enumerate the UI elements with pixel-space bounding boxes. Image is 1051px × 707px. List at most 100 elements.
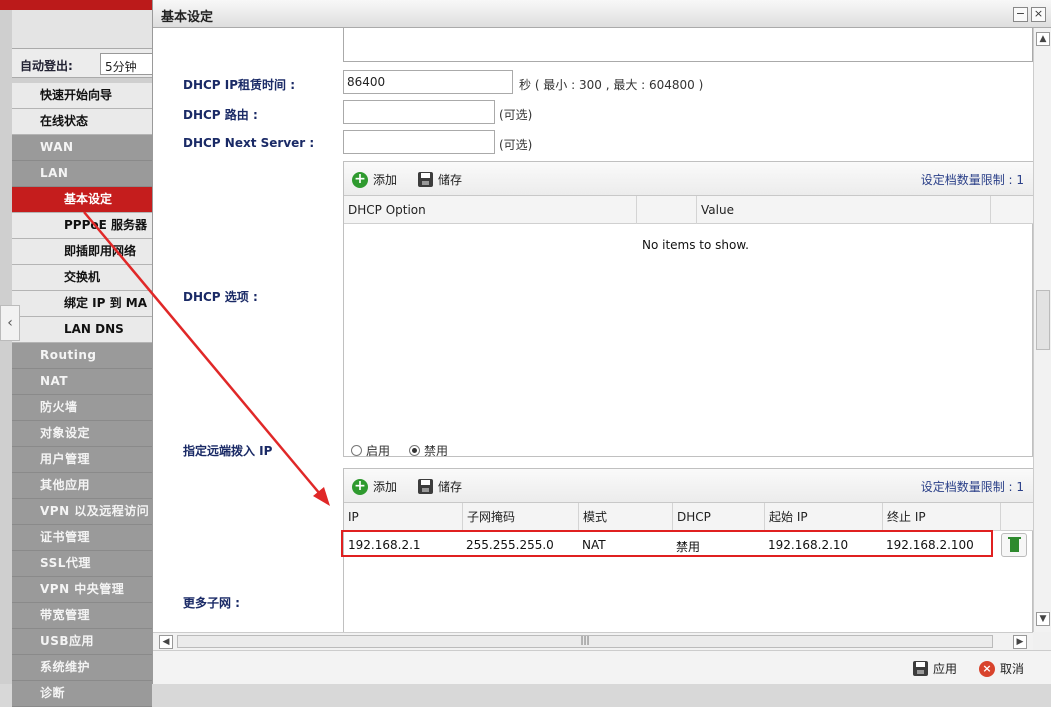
cancel-icon: × <box>979 660 995 677</box>
sidebar-item-vpn-remote[interactable]: VPN 以及远程访问 <box>12 499 152 525</box>
sidebar-item-lan-basic[interactable]: 基本设定 <box>12 187 152 213</box>
close-icon[interactable]: × <box>1031 7 1046 22</box>
sidebar-header-blank <box>12 10 152 48</box>
dhcp-options-limit: 设定档数量限制 : 1 <box>920 173 1024 187</box>
vertical-scrollbar[interactable]: ▲ ▼ <box>1033 28 1051 632</box>
save-icon <box>418 172 433 187</box>
dhcp-options-panel: + 添加 储存 设定档数量限制 : 1 DHCP Option Value No… <box>343 161 1033 457</box>
save-icon <box>913 661 928 676</box>
column-header[interactable]: 终止 IP <box>882 503 1000 531</box>
sidebar-item-firewall[interactable]: 防火墙 <box>12 395 152 421</box>
column-header[interactable]: 起始 IP <box>764 503 882 531</box>
minimize-icon[interactable]: − <box>1013 7 1028 22</box>
sidebar-item-nat[interactable]: NAT <box>12 369 152 395</box>
sidebar-item-wan[interactable]: WAN <box>12 135 152 161</box>
more-subnets-limit: 设定档数量限制 : 1 <box>920 480 1024 494</box>
enable-label: 启用 <box>366 444 391 458</box>
dhcp-options-toolbar: + 添加 储存 设定档数量限制 : 1 <box>344 162 1033 196</box>
remote-dialin-enable[interactable]: 启用 <box>351 442 390 459</box>
sidebar-item-bind-ip-mac[interactable]: 绑定 IP 到 MA <box>12 291 152 317</box>
sidebar-collapse-handle[interactable]: ‹ <box>0 305 20 341</box>
column-header-spacer <box>636 196 696 224</box>
radio-disable[interactable] <box>409 445 420 456</box>
dhcp-options-add-button[interactable]: + 添加 <box>352 171 397 188</box>
sidebar: 自动登出: 5分钟 快速开始向导 在线状态 WAN LAN 基本设定 PPPoE… <box>0 10 162 707</box>
save-label: 储存 <box>438 480 463 494</box>
save-label: 储存 <box>438 173 463 187</box>
trash-icon[interactable] <box>1001 533 1027 557</box>
dialog-footer: 应用 × 取消 <box>153 650 1051 684</box>
remote-dialin-label: 指定远端拨入 IP <box>183 444 273 458</box>
sidebar-item-diagnostics[interactable]: 诊断 <box>12 681 152 707</box>
add-icon: + <box>352 478 368 495</box>
sidebar-item-vpn-central[interactable]: VPN 中央管理 <box>12 577 152 603</box>
top-red-strip <box>0 0 152 10</box>
dialog-content: DHCP IP租赁时间 : 86400 秒 ( 最小 : 300 , 最大 : … <box>153 28 1033 632</box>
cancel-button[interactable]: × 取消 <box>979 660 1024 677</box>
scroll-left-icon[interactable]: ◀ <box>159 635 173 649</box>
sidebar-item-routing[interactable]: Routing <box>12 343 152 369</box>
column-header[interactable]: Value <box>696 196 990 224</box>
column-header[interactable]: DHCP <box>672 503 764 531</box>
column-header[interactable]: DHCP Option <box>344 196 636 224</box>
lease-time-hint: 秒 ( 最小 : 300 , 最大 : 604800 ) <box>519 78 704 92</box>
scroll-up-icon[interactable]: ▲ <box>1036 32 1050 46</box>
dialog-title: 基本设定 <box>161 10 214 25</box>
save-icon <box>418 479 433 494</box>
sidebar-item-bandwidth[interactable]: 带宽管理 <box>12 603 152 629</box>
apply-button[interactable]: 应用 <box>913 660 957 677</box>
sidebar-item-lan-dns[interactable]: LAN DNS <box>12 317 152 343</box>
basic-settings-dialog: 基本设定 − × DHCP IP租赁时间 : 86400 秒 ( 最小 : 30… <box>152 0 1051 684</box>
column-header-spacer <box>990 196 1026 224</box>
dialog-titlebar: 基本设定 − × <box>153 0 1051 28</box>
auto-logout-row: 自动登出: 5分钟 <box>12 48 162 78</box>
sidebar-item-usb[interactable]: USB应用 <box>12 629 152 655</box>
sidebar-item-user-management[interactable]: 用户管理 <box>12 447 152 473</box>
more-subnets-toolbar: + 添加 储存 设定档数量限制 : 1 <box>344 469 1033 503</box>
sidebar-item-applications[interactable]: 其他应用 <box>12 473 152 499</box>
empty-message: No items to show. <box>642 238 749 252</box>
next-server-input[interactable] <box>343 130 495 154</box>
auto-logout-label: 自动登出: <box>20 59 73 73</box>
column-header[interactable]: 模式 <box>578 503 672 531</box>
column-header[interactable]: 子网掩码 <box>462 503 578 531</box>
column-header[interactable]: IP <box>344 503 462 531</box>
dhcp-options-save-button[interactable]: 储存 <box>418 171 462 188</box>
sidebar-item-quick-start[interactable]: 快速开始向导 <box>12 83 152 109</box>
scroll-down-icon[interactable]: ▼ <box>1036 612 1050 626</box>
cancel-label: 取消 <box>1000 662 1025 676</box>
next-server-hint: (可选) <box>499 138 533 152</box>
more-subnets-header: IP 子网掩码 模式 DHCP 起始 IP 终止 IP <box>344 503 1033 531</box>
sidebar-item-switch[interactable]: 交换机 <box>12 265 152 291</box>
sidebar-item-pppoe-server[interactable]: PPPoE 服务器 <box>12 213 152 239</box>
sidebar-item-ssl-proxy[interactable]: SSL代理 <box>12 551 152 577</box>
add-icon: + <box>352 171 368 188</box>
remote-dialin-disable[interactable]: 禁用 <box>409 442 448 459</box>
more-subnets-add-button[interactable]: + 添加 <box>352 478 397 495</box>
scroll-thumb[interactable] <box>1036 290 1050 350</box>
chevron-left-icon: ‹ <box>7 315 13 331</box>
scroll-right-icon[interactable]: ▶ <box>1013 635 1027 649</box>
scrolled-text-area[interactable] <box>343 28 1033 62</box>
sidebar-item-objects[interactable]: 对象设定 <box>12 421 152 447</box>
column-header-spacer <box>1000 503 1033 531</box>
more-subnets-label: 更多子网 : <box>183 596 240 610</box>
apply-label: 应用 <box>933 662 958 676</box>
sidebar-item-lan[interactable]: LAN <box>12 161 152 187</box>
add-label: 添加 <box>373 480 398 494</box>
h-scroll-thumb[interactable]: ||| <box>177 635 993 648</box>
more-subnets-save-button[interactable]: 储存 <box>418 478 462 495</box>
lease-time-label: DHCP IP租赁时间 : <box>183 78 296 92</box>
dhcp-options-label: DHCP 选项 : <box>183 290 258 304</box>
horizontal-scrollbar[interactable]: ◀ ||| ▶ <box>153 632 1033 650</box>
lease-time-input[interactable]: 86400 <box>343 70 513 94</box>
add-label: 添加 <box>373 173 398 187</box>
dhcp-route-label: DHCP 路由 : <box>183 108 258 122</box>
sidebar-item-upnp[interactable]: 即插即用网络 <box>12 239 152 265</box>
radio-enable[interactable] <box>351 445 362 456</box>
sidebar-item-certificates[interactable]: 证书管理 <box>12 525 152 551</box>
highlight-box <box>341 530 993 557</box>
sidebar-item-maintenance[interactable]: 系统维护 <box>12 655 152 681</box>
sidebar-item-online-status[interactable]: 在线状态 <box>12 109 152 135</box>
dhcp-route-input[interactable] <box>343 100 495 124</box>
